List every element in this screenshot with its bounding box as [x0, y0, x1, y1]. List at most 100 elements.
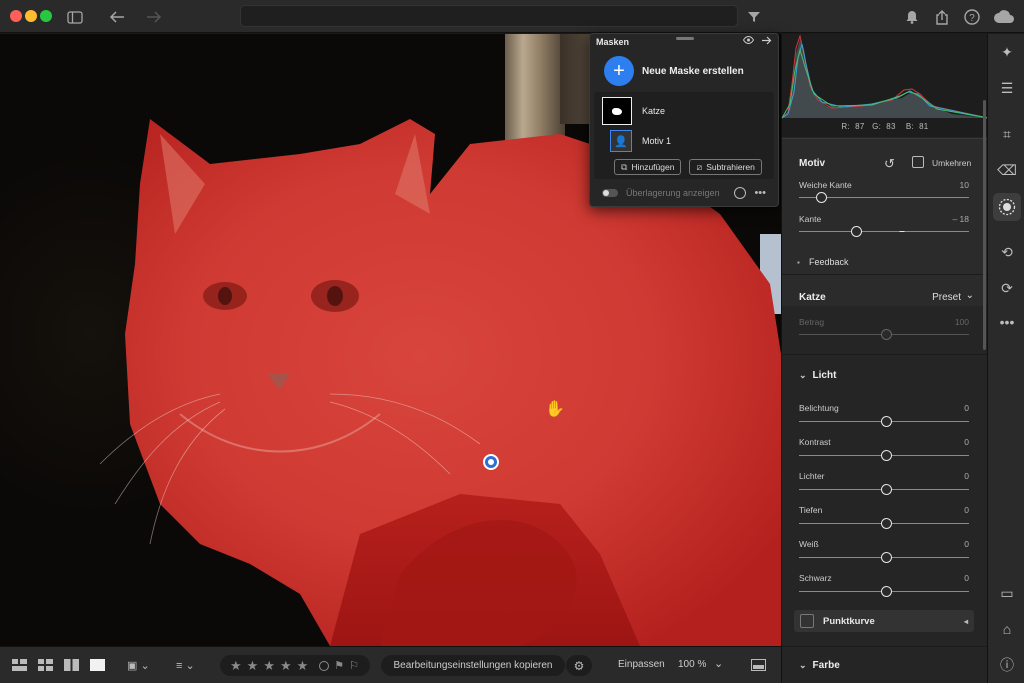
fit-button[interactable]: Einpassen — [618, 659, 665, 670]
share-icon[interactable] — [933, 8, 951, 26]
add-mask-button[interactable]: ⧉ Hinzufügen — [614, 159, 682, 175]
slider-value-kontrast[interactable]: 0 — [964, 437, 969, 447]
crop-icon[interactable]: ⌗ — [997, 124, 1017, 144]
slider-knob-weiche-kante[interactable] — [816, 192, 827, 203]
star-4-icon[interactable]: ★ — [280, 658, 292, 674]
b-value: 81 — [919, 122, 929, 131]
farbe-section: ⌄ Farbe — [782, 646, 988, 683]
invert-label[interactable]: Umkehren — [932, 158, 971, 168]
rating-stars[interactable]: ★ ★ ★ ★ ★ ⚑ ⚐ — [220, 655, 370, 676]
collapse-arrow-icon[interactable] — [762, 36, 772, 48]
edit-sliders-icon[interactable]: ☰ — [997, 78, 1017, 98]
flag-reject-icon[interactable]: ⚐ — [349, 659, 359, 672]
create-mask-button[interactable]: + — [604, 56, 634, 86]
filter-icon[interactable] — [745, 8, 763, 26]
overlay-toggle[interactable] — [602, 189, 618, 197]
create-mask-label: Neue Maske erstellen — [642, 65, 744, 77]
filmstrip-icon[interactable]: ▣ ⌄ — [127, 658, 150, 672]
g-label: G: — [872, 122, 882, 131]
search-input[interactable] — [240, 5, 738, 27]
farbe-title[interactable]: ⌄ Farbe — [799, 660, 840, 671]
chevron-down-icon[interactable]: ⌄ — [966, 290, 974, 301]
sidebar-toggle-icon[interactable] — [66, 8, 84, 26]
point-curve-button[interactable]: Punktkurve ◂ — [794, 610, 974, 632]
star-3-icon[interactable]: ★ — [263, 658, 275, 674]
subtract-mask-button[interactable]: ⧄ Subtrahieren — [689, 159, 762, 175]
preset-dropdown[interactable]: Preset — [932, 292, 961, 303]
copy-edit-settings-button[interactable]: Bearbeitungseinstellungen kopieren — [381, 655, 565, 676]
slider-knob-kontrast[interactable] — [881, 450, 892, 461]
slider-knob-weiss[interactable] — [881, 552, 892, 563]
slider-knob-kante[interactable] — [851, 226, 862, 237]
zoom-window-button[interactable] — [40, 10, 52, 22]
sort-icon[interactable]: ≡ ⌄ — [176, 658, 195, 672]
r-value: 87 — [855, 122, 865, 131]
flag-pick-icon[interactable]: ⚑ — [334, 659, 344, 672]
masking-icon[interactable] — [993, 193, 1021, 221]
help-icon[interactable]: ? — [963, 8, 981, 26]
mask-item-katze[interactable]: Katze — [594, 95, 774, 127]
info-icon[interactable]: ⓘ — [997, 655, 1017, 675]
masks-panel-header[interactable]: Masken — [590, 34, 778, 50]
slider-value-lichter[interactable]: 0 — [964, 471, 969, 481]
minimize-window-button[interactable] — [25, 10, 37, 22]
mask-pin-icon[interactable] — [483, 454, 499, 470]
slider-knob-lichter[interactable] — [881, 484, 892, 495]
slider-value-belichtung[interactable]: 0 — [964, 403, 969, 413]
comment-icon[interactable]: ▭ — [997, 583, 1017, 603]
sync-icon[interactable]: ⟳ — [997, 278, 1017, 298]
mask-component-motiv[interactable]: 👤 Motiv 1 — [594, 127, 774, 155]
chevron-down-icon[interactable]: ⌄ — [799, 370, 807, 381]
slider-value-weiche-kante[interactable]: 10 — [960, 180, 969, 190]
eraser-icon[interactable]: ⌫ — [997, 160, 1017, 180]
auto-enhance-icon[interactable]: ✦ — [997, 42, 1017, 62]
amount-value[interactable]: 100 — [955, 317, 969, 327]
history-icon[interactable]: ⟲ — [997, 242, 1017, 262]
slider-value-tiefen[interactable]: 0 — [964, 505, 969, 515]
slider-value-schwarz[interactable]: 0 — [964, 573, 969, 583]
star-2-icon[interactable]: ★ — [247, 658, 259, 674]
create-mask-row[interactable]: + Neue Maske erstellen — [590, 50, 778, 92]
licht-title[interactable]: ⌄ Licht — [799, 370, 836, 381]
back-arrow-icon[interactable] — [108, 8, 126, 26]
chevron-down-icon[interactable]: ⌄ — [799, 660, 807, 671]
zoom-dropdown[interactable]: 100 % — [678, 659, 706, 670]
forward-arrow-icon[interactable] — [145, 8, 163, 26]
star-1-icon[interactable]: ★ — [230, 658, 242, 674]
invert-icon[interactable] — [912, 156, 924, 168]
before-after-icon[interactable] — [751, 658, 766, 672]
single-view-icon[interactable] — [90, 658, 105, 672]
feedback-link[interactable]: Feedback — [809, 257, 849, 267]
more-options-icon[interactable]: ••• — [754, 187, 766, 199]
amount-knob[interactable] — [881, 329, 892, 340]
slider-knob-belichtung[interactable] — [881, 416, 892, 427]
chevron-down-icon[interactable]: ⌄ — [714, 657, 723, 670]
close-window-button[interactable] — [10, 10, 22, 22]
slider-track-kante[interactable] — [799, 231, 969, 232]
cloud-icon[interactable] — [993, 8, 1015, 26]
subject-icon: 👤 — [610, 130, 632, 152]
bell-icon[interactable] — [903, 8, 921, 26]
tag-icon[interactable]: ⌂ — [997, 619, 1017, 639]
overlay-color-icon[interactable] — [734, 187, 747, 199]
slider-value-weiss[interactable]: 0 — [964, 539, 969, 549]
grid-view-icon[interactable] — [12, 658, 27, 672]
title-bar: ? — [0, 0, 1024, 33]
slider-knob-schwarz[interactable] — [881, 586, 892, 597]
curve-icon — [800, 614, 814, 628]
overlay-row: Überlagerung anzeigen ••• — [590, 179, 778, 207]
drag-grip-icon[interactable] — [676, 37, 694, 40]
square-grid-icon[interactable] — [38, 658, 53, 672]
farbe-title-label: Farbe — [812, 660, 840, 671]
compare-view-icon[interactable] — [64, 658, 79, 672]
panel-scrollbar[interactable] — [983, 100, 986, 350]
subtract-mask-label: Subtrahieren — [706, 162, 755, 172]
star-5-icon[interactable]: ★ — [297, 658, 309, 674]
slider-value-kante[interactable]: – 18 — [952, 214, 969, 224]
eye-icon[interactable] — [742, 35, 755, 48]
slider-knob-tiefen[interactable] — [881, 518, 892, 529]
more-tools-icon[interactable]: ••• — [997, 312, 1017, 332]
unflag-icon[interactable] — [319, 660, 330, 671]
gear-icon[interactable]: ⚙ — [566, 655, 592, 676]
reset-icon[interactable]: ↺ — [884, 156, 895, 172]
